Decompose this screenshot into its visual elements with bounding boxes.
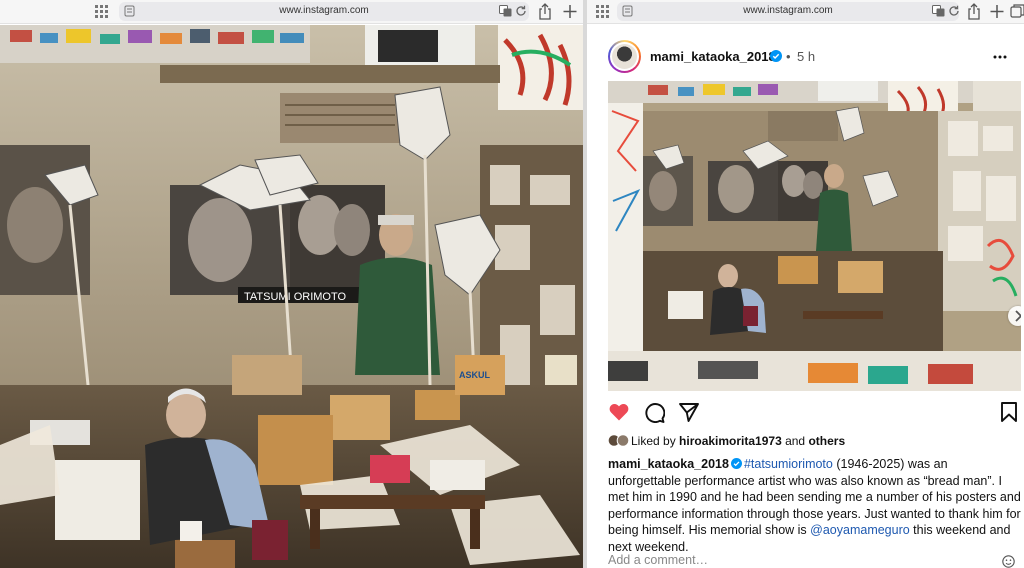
post-image[interactable]	[608, 81, 1021, 391]
url-text: www.instagram.com	[743, 5, 833, 16]
box-label: ASKUL	[459, 370, 491, 380]
right-browser-window: www.instagram.com mami_kataoka_2018 • 5 …	[587, 0, 1024, 568]
left-browser-window: www.instagram.com TATSUMI ORIMOTO ASKUL	[0, 0, 583, 568]
emoji-icon[interactable]	[1002, 555, 1015, 568]
url-text: www.instagram.com	[279, 5, 369, 16]
liked-avatars	[608, 434, 630, 447]
artist-sign: TATSUMI ORIMOTO	[244, 291, 346, 303]
liked-prefix: Liked by	[631, 434, 680, 448]
liked-user[interactable]: hiroakimorita1973	[679, 434, 782, 448]
bookmark-icon[interactable]	[998, 401, 1020, 423]
avatar-image	[612, 44, 637, 69]
translate-icon[interactable]	[499, 5, 512, 17]
share-icon[interactable]	[537, 3, 553, 20]
reload-icon[interactable]	[948, 5, 960, 17]
liked-others[interactable]: others	[808, 434, 845, 448]
post-username[interactable]: mami_kataoka_2018	[650, 49, 776, 64]
caption-mention[interactable]: @aoyamameguro	[810, 523, 910, 537]
new-tab-icon[interactable]	[562, 3, 578, 20]
verified-icon	[730, 458, 742, 469]
share-icon[interactable]	[966, 3, 982, 20]
heart-icon[interactable]	[608, 401, 630, 423]
translate-icon[interactable]	[932, 5, 945, 17]
time-separator: •	[786, 49, 791, 64]
grid-icon[interactable]	[95, 5, 109, 18]
comment-icon[interactable]	[643, 401, 665, 423]
carousel-next-button[interactable]	[1008, 306, 1021, 326]
verified-icon	[770, 50, 782, 62]
address-bar[interactable]: www.instagram.com	[617, 2, 959, 21]
caption-username[interactable]: mami_kataoka_2018	[608, 457, 729, 471]
studio-photo: TATSUMI ORIMOTO ASKUL	[0, 25, 583, 568]
share-plane-icon[interactable]	[678, 401, 700, 423]
tabs-icon[interactable]	[1010, 3, 1024, 20]
add-comment-input[interactable]: Add a comment…	[608, 553, 988, 567]
reload-icon[interactable]	[515, 5, 527, 17]
chevron-right-icon	[1015, 310, 1021, 322]
grid-icon[interactable]	[596, 5, 610, 18]
more-icon[interactable]	[992, 50, 1008, 64]
post-time[interactable]: 5 h	[797, 49, 815, 64]
address-bar[interactable]: www.instagram.com	[119, 2, 529, 21]
browser-toolbar: www.instagram.com	[0, 0, 583, 24]
browser-toolbar: www.instagram.com	[587, 0, 1024, 24]
liked-and: and	[781, 434, 809, 448]
caption-hashtag[interactable]: #tatsumiorimoto	[744, 457, 833, 471]
post-caption: mami_kataoka_2018 #tatsumiorimoto (1946-2…	[608, 456, 1023, 555]
avatar[interactable]	[608, 40, 641, 73]
new-tab-icon[interactable]	[989, 3, 1005, 20]
